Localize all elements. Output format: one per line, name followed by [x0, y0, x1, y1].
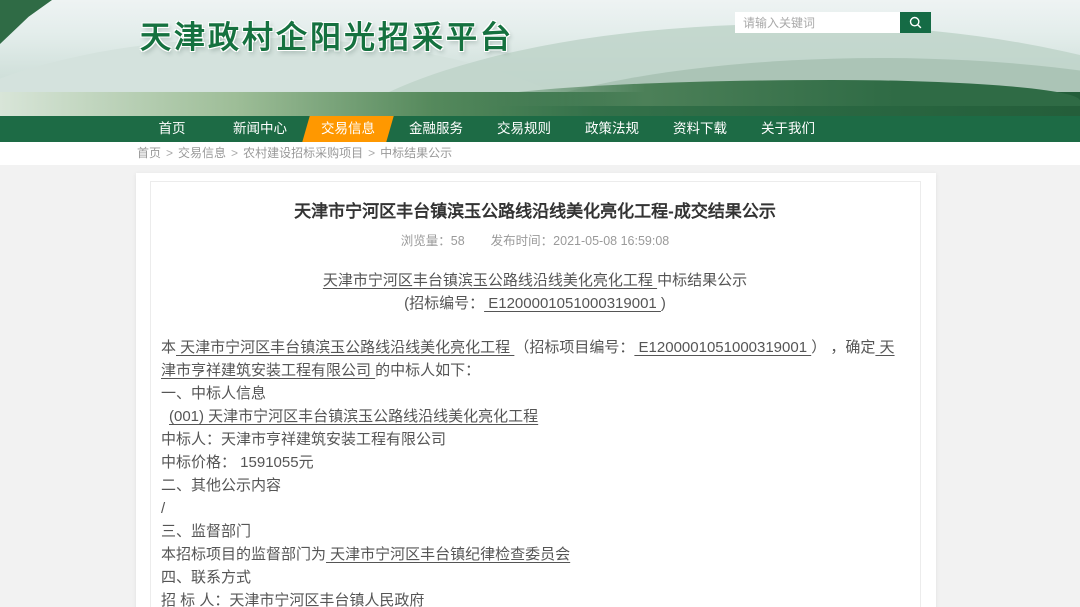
- search-input[interactable]: [735, 12, 900, 33]
- breadcrumb-home[interactable]: 首页: [137, 146, 161, 160]
- nav-item-finance[interactable]: 金融服务: [392, 116, 480, 142]
- price-label: 中标价格：: [161, 454, 236, 471]
- intro-project-name: 天津市宁河区丰台镇滨玉公路线沿线美化亮化工程: [176, 339, 514, 356]
- intro-text: 的中标人如下：: [375, 362, 480, 379]
- section3-heading: 三、监督部门: [161, 520, 909, 543]
- tenderer-value: 天津市宁河区丰台镇人民政府: [229, 592, 424, 607]
- article-title: 天津市宁河区丰台镇滨玉公路线沿线美化亮化工程-成交结果公示: [161, 197, 909, 222]
- section2-content: /: [161, 497, 909, 520]
- tree-corner-background: [0, 0, 52, 44]
- tenderer-label: 招 标 人：: [161, 592, 229, 607]
- breadcrumb-rural-projects[interactable]: 农村建设招标采购项目: [243, 146, 363, 160]
- result-subtitle: 天津市宁河区丰台镇滨玉公路线沿线美化亮化工程 中标结果公示: [161, 269, 909, 292]
- project-name: 天津市宁河区丰台镇滨玉公路线沿线美化亮化工程: [323, 272, 657, 289]
- content-panel: 天津市宁河区丰台镇滨玉公路线沿线美化亮化工程-成交结果公示 浏览量：58 发布时间…: [136, 173, 936, 607]
- page-background: 天津市宁河区丰台镇滨玉公路线沿线美化亮化工程-成交结果公示 浏览量：58 发布时间…: [0, 165, 1080, 607]
- intro-text: （招标项目编号：: [514, 339, 634, 356]
- section2-heading: 二、其他公示内容: [161, 474, 909, 497]
- bid-number-line: (招标编号： E1200001051000319001 ): [161, 292, 909, 315]
- search-button[interactable]: [900, 12, 931, 33]
- nav-item-news[interactable]: 新闻中心: [216, 116, 304, 142]
- header-banner: 天津政村企阳光招采平台: [0, 0, 1080, 116]
- breadcrumb-separator: >: [166, 146, 173, 160]
- bid-no-suffix: ): [661, 295, 666, 312]
- price-line: 中标价格： 1591055元: [161, 451, 909, 474]
- main-nav: 首页 新闻中心 交易信息 金融服务 交易规则 政策法规 资料下载 关于我们: [0, 116, 1080, 142]
- breadcrumb-separator: >: [231, 146, 238, 160]
- nav-item-home[interactable]: 首页: [128, 116, 216, 142]
- search-bar: [735, 12, 931, 33]
- article-meta: 浏览量：58 发布时间：2021-05-08 16:59:08: [161, 230, 909, 249]
- search-icon: [908, 15, 923, 30]
- tenderer-line: 招 标 人：天津市宁河区丰台镇人民政府: [161, 589, 909, 607]
- nav-item-rules[interactable]: 交易规则: [480, 116, 568, 142]
- nav-item-about[interactable]: 关于我们: [744, 116, 832, 142]
- nav-item-policy[interactable]: 政策法规: [568, 116, 656, 142]
- winner-value: 天津市亨祥建筑安装工程有限公司: [221, 431, 446, 448]
- bid-number: E1200001051000319001: [484, 295, 661, 312]
- article-box: 天津市宁河区丰台镇滨玉公路线沿线美化亮化工程-成交结果公示 浏览量：58 发布时间…: [150, 181, 921, 607]
- breadcrumb-current: 中标结果公示: [380, 146, 452, 160]
- intro-paragraph: 本 天津市宁河区丰台镇滨玉公路线沿线美化亮化工程 （招标项目编号： E12000…: [161, 336, 909, 382]
- views-count: 58: [451, 234, 465, 248]
- views-label: 浏览量：: [401, 234, 451, 248]
- winner-line: 中标人：天津市亨祥建筑安装工程有限公司: [161, 428, 909, 451]
- publish-label: 发布时间：: [491, 234, 554, 248]
- site-title: 天津政村企阳光招采平台: [140, 12, 514, 57]
- section1-item: (001) 天津市宁河区丰台镇滨玉公路线沿线美化亮化工程: [161, 405, 909, 428]
- breadcrumb: 首页 > 交易信息 > 农村建设招标采购项目 > 中标结果公示: [0, 142, 1080, 165]
- section1-heading: 一、中标人信息: [161, 382, 909, 405]
- price-value: 1591055元: [236, 454, 314, 471]
- intro-bid-number: E1200001051000319001: [634, 339, 811, 356]
- intro-text: ） ，确定: [811, 339, 875, 356]
- intro-text: 本: [161, 339, 176, 356]
- supervisor-value: 天津市宁河区丰台镇纪律检查委员会: [326, 546, 570, 563]
- supervisor-prefix: 本招标项目的监督部门为: [161, 546, 326, 563]
- publish-time: 2021-05-08 16:59:08: [553, 234, 669, 248]
- breadcrumb-separator: >: [368, 146, 375, 160]
- nav-item-trade-info[interactable]: 交易信息: [304, 116, 392, 142]
- breadcrumb-trade-info[interactable]: 交易信息: [178, 146, 226, 160]
- winner-label: 中标人：: [161, 431, 221, 448]
- bid-no-prefix: (招标编号：: [404, 295, 484, 312]
- supervisor-line: 本招标项目的监督部门为 天津市宁河区丰台镇纪律检查委员会: [161, 543, 909, 566]
- awarded-project-name: (001) 天津市宁河区丰台镇滨玉公路线沿线美化亮化工程: [169, 408, 538, 425]
- section4-heading: 四、联系方式: [161, 566, 909, 589]
- nav-item-download[interactable]: 资料下载: [656, 116, 744, 142]
- subtitle-suffix: 中标结果公示: [657, 272, 747, 289]
